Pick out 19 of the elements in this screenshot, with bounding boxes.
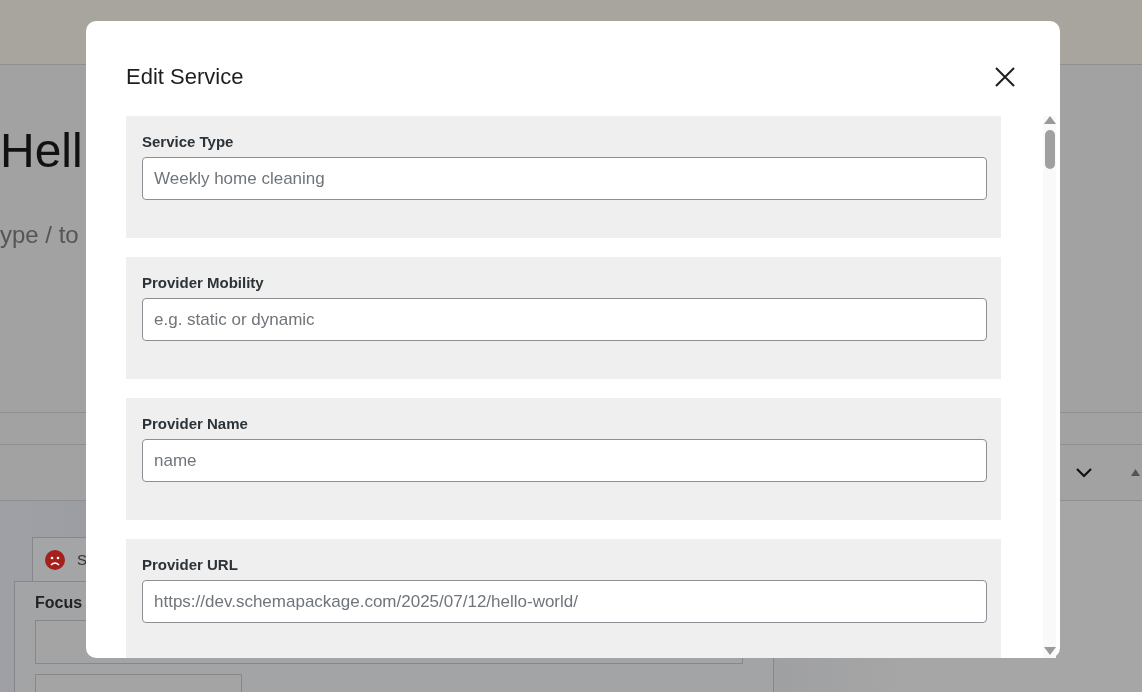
- field-label: Provider URL: [142, 556, 239, 573]
- input-field[interactable]: name: [142, 439, 987, 482]
- field-label: Service Type: [142, 133, 235, 150]
- sad-face-icon: [45, 549, 65, 570]
- scrollbar-thumb[interactable]: [1044, 130, 1055, 169]
- dialog-title: Edit Service: [126, 64, 244, 90]
- chevron-down-icon[interactable]: [1075, 467, 1093, 478]
- field-label: Provider Name: [142, 415, 249, 432]
- input-field[interactable]: Weekly home cleaning: [142, 157, 987, 200]
- triangle-up-icon[interactable]: [1131, 469, 1140, 476]
- input-field[interactable]: e.g. static or dynamic: [142, 298, 987, 341]
- page-subtitle: ype / to: [0, 221, 79, 249]
- input-field[interactable]: https://dev.schemapackage.com/2025/07/12/hello-world/: [142, 580, 987, 623]
- scroll-down-icon[interactable]: [1043, 647, 1056, 655]
- page-title: Hell: [0, 127, 83, 175]
- close-button[interactable]: [994, 66, 1016, 88]
- scroll-up-icon[interactable]: [1043, 116, 1056, 124]
- focus-label: Focus: [35, 594, 83, 612]
- field-label: Provider Mobility: [142, 274, 265, 291]
